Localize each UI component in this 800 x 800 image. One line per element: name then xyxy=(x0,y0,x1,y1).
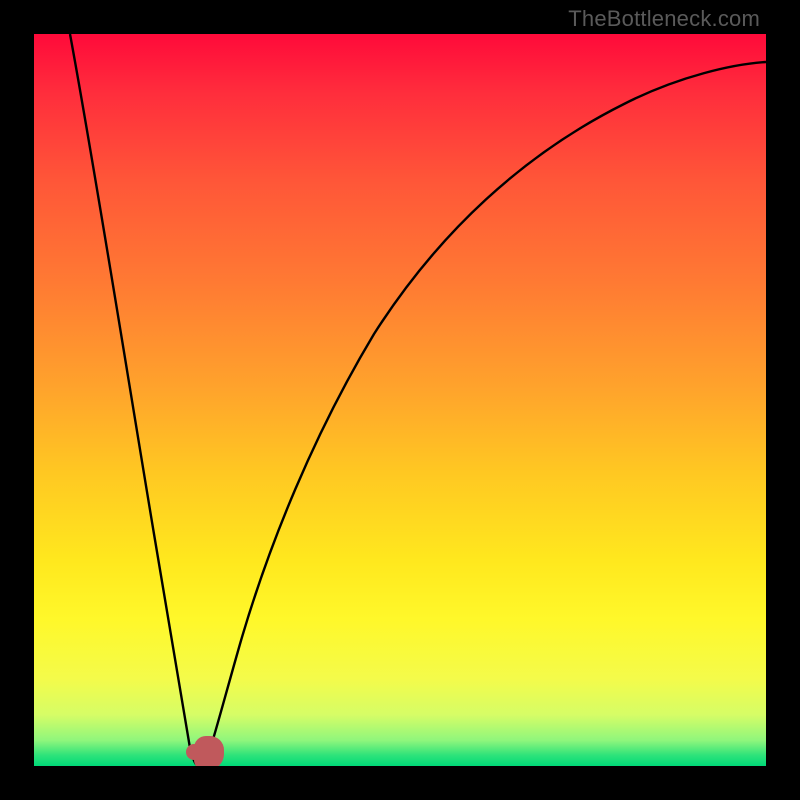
plot-area xyxy=(34,34,766,766)
curve-left-branch xyxy=(70,34,197,765)
bottleneck-curve xyxy=(34,34,766,766)
optimal-marker-blob xyxy=(194,736,224,766)
watermark-text: TheBottleneck.com xyxy=(568,6,760,32)
curve-right-branch xyxy=(204,62,766,765)
chart-frame: TheBottleneck.com xyxy=(0,0,800,800)
